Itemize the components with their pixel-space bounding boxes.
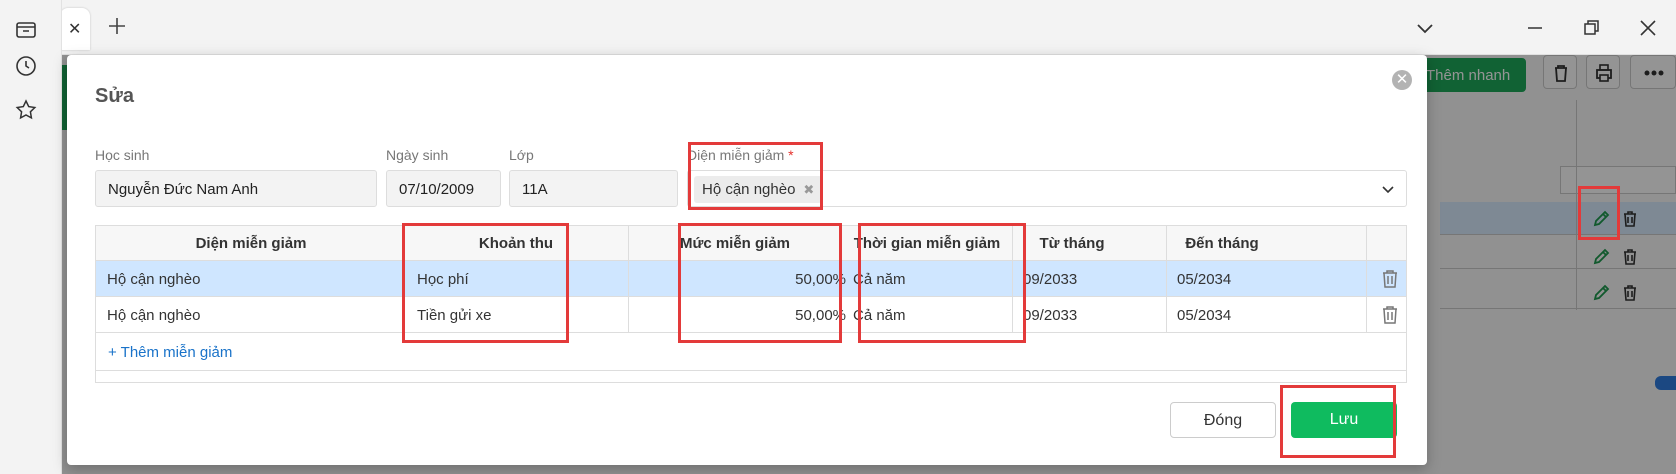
add-row-area: + Thêm miễn giảm <box>95 333 1407 371</box>
col-header-rate: Mức miễn giảm <box>679 235 791 252</box>
column-divider <box>1366 297 1367 332</box>
column-divider <box>1012 261 1013 296</box>
cell-fee: Tiền gửi xe <box>417 307 492 324</box>
tab-archive-icon[interactable] <box>14 17 38 41</box>
column-divider <box>1366 226 1367 260</box>
tab-list-chevron-down-icon[interactable] <box>1413 16 1437 40</box>
dialog-title: Sửa <box>95 85 134 107</box>
tab-close-icon[interactable]: ✕ <box>68 19 81 39</box>
class-field: 11A <box>509 170 678 207</box>
browser-tab[interactable]: ✕ <box>60 8 90 50</box>
exemption-label: Diện miễn giảm * <box>687 147 794 163</box>
table-header: Diện miễn giảm Khoản thu Mức miễn giảm T… <box>95 225 1407 261</box>
cell-category: Hộ cận nghèo <box>107 271 201 288</box>
col-header-from: Từ tháng <box>1039 235 1105 252</box>
close-button[interactable]: Đóng <box>1170 402 1276 438</box>
save-button[interactable]: Lưu <box>1291 402 1397 438</box>
chip-remove-icon[interactable]: ✖ <box>803 182 814 197</box>
minimize-icon[interactable] <box>1523 16 1547 40</box>
add-exemption-link[interactable]: + Thêm miễn giảm <box>108 344 232 361</box>
exemption-label-text: Diện miễn giảm <box>687 147 785 163</box>
col-header-fee: Khoản thu <box>478 235 554 252</box>
cell-rate: 50,00% <box>795 307 846 324</box>
exemption-chip-label: Hộ cận nghèo <box>702 181 796 198</box>
table-row[interactable]: Hộ cận nghèo Tiền gửi xe 50,00% Cả năm 0… <box>95 297 1407 333</box>
dob-label: Ngày sinh <box>386 147 449 163</box>
new-tab-plus-icon[interactable] <box>105 14 129 38</box>
column-divider <box>1366 261 1367 296</box>
exemption-multiselect[interactable]: Hộ cận nghèo ✖ <box>687 170 1407 207</box>
column-divider <box>1166 297 1167 332</box>
cell-from: 09/2033 <box>1023 307 1078 324</box>
exemption-table: Diện miễn giảm Khoản thu Mức miễn giảm T… <box>95 225 1407 383</box>
table-row[interactable]: Hộ cận nghèo Học phí 50,00% Cả năm 09/20… <box>95 261 1407 297</box>
column-divider <box>628 297 629 332</box>
history-clock-icon[interactable] <box>14 54 38 78</box>
student-label: Học sinh <box>95 147 150 163</box>
chevron-down-icon[interactable] <box>1380 181 1396 197</box>
left-side-rail <box>0 0 62 474</box>
col-header-period: Thời gian miễn giảm <box>853 235 1001 252</box>
column-divider <box>628 261 629 296</box>
cell-rate: 50,00% <box>795 271 846 288</box>
cell-fee: Học phí <box>417 271 469 288</box>
cell-to: 05/2034 <box>1177 307 1232 324</box>
col-header-category: Diện miễn giảm <box>195 235 307 252</box>
cell-period: Cả năm <box>853 307 906 324</box>
column-divider <box>1166 261 1167 296</box>
required-asterisk: * <box>788 147 794 163</box>
student-field: Nguyễn Đức Nam Anh <box>95 170 377 207</box>
row-trash-icon[interactable] <box>1381 305 1399 325</box>
favorites-star-icon[interactable] <box>14 98 38 122</box>
cell-period: Cả năm <box>853 271 906 288</box>
dob-field: 07/10/2009 <box>386 170 501 207</box>
exemption-chip: Hộ cận nghèo ✖ <box>694 176 823 203</box>
edit-dialog: Sửa ✕ Học sinh Ngày sinh Lớp Diện miễn g… <box>67 55 1427 465</box>
class-label: Lớp <box>509 147 534 163</box>
column-divider <box>1012 297 1013 332</box>
table-footer <box>95 371 1407 383</box>
cell-from: 09/2033 <box>1023 271 1078 288</box>
col-header-to: Đến tháng <box>1185 235 1259 252</box>
dialog-close-icon[interactable]: ✕ <box>1392 70 1412 90</box>
cell-to: 05/2034 <box>1177 271 1232 288</box>
cell-category: Hộ cận nghèo <box>107 307 201 324</box>
restore-icon[interactable] <box>1579 16 1603 40</box>
browser-top-bar: ✕ <box>0 0 1676 55</box>
row-trash-icon[interactable] <box>1381 269 1399 289</box>
window-close-icon[interactable] <box>1636 16 1660 40</box>
